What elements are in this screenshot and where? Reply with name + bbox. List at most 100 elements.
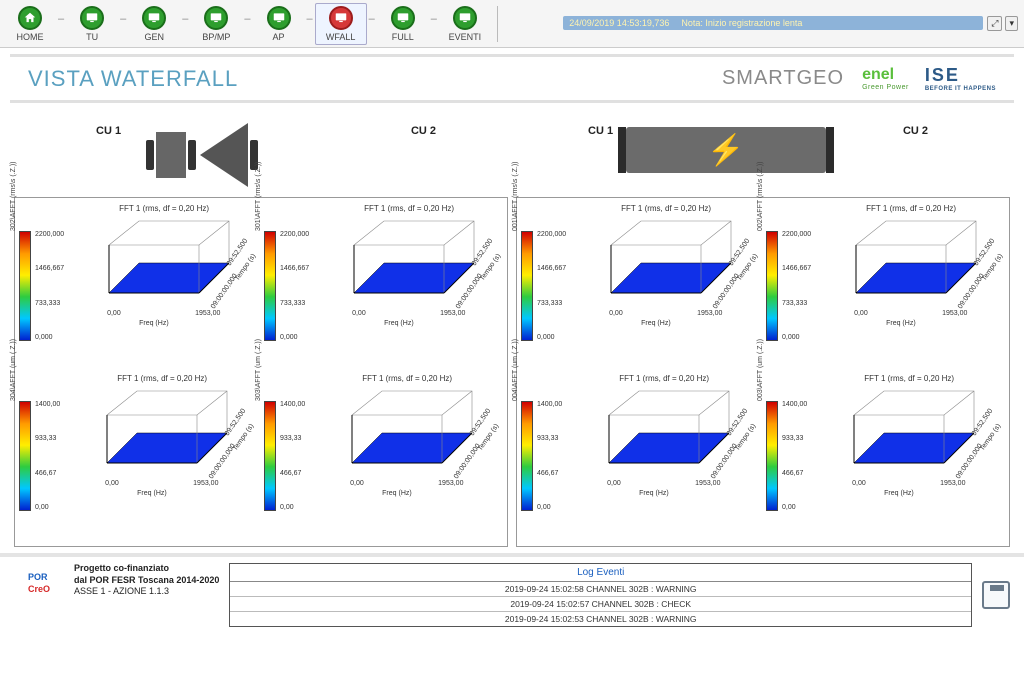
toolbar-item-label: WFALL	[326, 32, 356, 42]
aux-controls: ⤢ ▾	[987, 16, 1018, 31]
enel-logo-sub: Green Power	[862, 84, 909, 91]
waterfall-chart[interactable]: 302\AFFT (rms\s (.Z.))2200,0001466,66773…	[17, 202, 260, 370]
chart-body: FFT 1 (rms, df = 0,20 Hz)0,001953,00Freq…	[817, 204, 1005, 368]
z-axis-label: 303\AFFT (um (.Z.))	[255, 339, 262, 401]
z-ticks: 2200,0001466,667733,3330,000	[537, 231, 566, 341]
shaft-end-icon	[146, 140, 154, 170]
toolbar-items: HOME–TU–GEN–BP/MP–AP–WFALL–FULL–EVENTI	[0, 1, 495, 47]
enel-logo: enel Green Power	[862, 66, 909, 91]
x-tick: 0,00	[352, 310, 366, 317]
x-axis-label: Freq (Hz)	[139, 320, 169, 327]
turbine-cu1-label: CU 1	[96, 125, 121, 137]
x-axis-label: Freq (Hz)	[384, 320, 414, 327]
x-tick: 1953,00	[697, 310, 722, 317]
por-logo-top: POR	[28, 572, 48, 582]
toolbar-item-label: FULL	[392, 32, 414, 42]
waterfall-chart[interactable]: 301\AFFT (rms\s (.Z.)) 2200,0001466,66773…	[262, 202, 505, 370]
z-axis-label: 301\AFFT (rms\s (.Z.))	[255, 162, 262, 231]
log-row: 2019-09-24 15:02:53 CHANNEL 302B : WARNI…	[230, 612, 971, 626]
x-tick: 1953,00	[940, 480, 965, 487]
toolbar-item-ap[interactable]: AP	[253, 3, 305, 45]
x-axis-label: Freq (Hz)	[641, 320, 671, 327]
ise-logo-sub: BEFORE IT HAPPENS	[925, 86, 996, 92]
enel-logo-text: enel	[862, 66, 894, 83]
x-tick: 1953,00	[695, 480, 720, 487]
chart-body: FFT 1 (rms, df = 0,20 Hz) 0,001953,00Freq…	[315, 204, 503, 368]
toolbar-dash: –	[58, 13, 64, 25]
colorbar-icon: 301\AFFT (rms\s (.Z.))	[264, 231, 276, 341]
turbine-cu2-label: CU 2	[411, 125, 436, 137]
x-tick: 0,00	[105, 480, 119, 487]
z-axis-label: 001\AFFT (rms\s (.Z.))	[512, 162, 519, 231]
x-axis-label: Freq (Hz)	[382, 490, 412, 497]
waterfall-chart[interactable]: 003\AFFT (um (.Z.))1400,00933,33466,670,…	[764, 372, 1007, 540]
turbine-shape	[146, 123, 258, 187]
chart-title: FFT 1 (rms, df = 0,20 Hz)	[364, 204, 454, 213]
x-tick: 0,00	[854, 310, 868, 317]
toolbar-item-home[interactable]: HOME	[4, 3, 56, 45]
gen-body-icon: ⚡	[626, 127, 826, 173]
dropdown-icon[interactable]: ▾	[1005, 16, 1018, 31]
expand-icon[interactable]: ⤢	[987, 16, 1002, 31]
log-rows: 2019-09-24 15:02:58 CHANNEL 302B : WARNI…	[230, 582, 971, 626]
x-tick: 0,00	[350, 480, 364, 487]
toolbar-item-label: GEN	[144, 32, 164, 42]
toolbar-item-tu[interactable]: TU	[66, 3, 118, 45]
z-ticks: 2200,0001466,667733,3330,000	[280, 231, 309, 341]
z-ticks: 1400,00933,33466,670,00	[537, 401, 562, 511]
x-tick: 1953,00	[438, 480, 463, 487]
project-text: Progetto co-finanziato dal POR FESR Tosc…	[74, 563, 219, 598]
toolbar-right: 24/09/2019 14:53:19,736 Nota: Inizio reg…	[563, 16, 1024, 31]
waterfall-chart[interactable]: 004\AFFT (um (.Z.))1400,00933,33466,670,…	[519, 372, 762, 540]
z-axis-label: 002\AFFT (rms\s (.Z.))	[757, 162, 764, 231]
lightning-bolt-icon: ⚡	[707, 133, 744, 168]
generator-cu2-label: CU 2	[903, 125, 928, 137]
z-ticks: 1400,00933,33466,670,00	[782, 401, 807, 511]
toolbar-item-eventi[interactable]: EVENTI	[439, 3, 491, 45]
toolbar-item-label: TU	[86, 32, 98, 42]
toolbar-item-label: EVENTI	[449, 32, 482, 42]
monitor-icon	[80, 6, 104, 30]
waterfall-3d-plot: 0,001953,00Freq (Hz)09:00:00,00009:52,50…	[334, 215, 484, 315]
waterfall-chart[interactable]: 304\AFFT (um (.Z.))1400,00933,33466,670,…	[17, 372, 260, 540]
z-axis-label: 304\AFFT (um (.Z.))	[10, 339, 17, 401]
colorbar-icon: 303\AFFT (um (.Z.))	[264, 401, 276, 511]
colorbar-icon: 304\AFFT (um (.Z.))	[19, 401, 31, 511]
waterfall-chart[interactable]: 002\AFFT (rms\s (.Z.)) 2200,0001466,66773…	[764, 202, 1007, 370]
waterfall-3d-plot: 0,001953,00Freq (Hz)09:00:00,00009:52,50…	[834, 385, 984, 485]
header-band: VISTA WATERFALL SMARTGEO enel Green Powe…	[10, 54, 1014, 103]
toolbar-dash: –	[120, 13, 126, 25]
home-icon	[18, 6, 42, 30]
por-logo-bottom: CreO	[28, 584, 50, 594]
colorbar-icon: 001\AFFT (rms\s (.Z.))	[521, 231, 533, 341]
waterfall-3d-plot: 0,001953,00Freq (Hz)09:00:00,00009:52,50…	[591, 215, 741, 315]
x-tick: 0,00	[107, 310, 121, 317]
page-title: VISTA WATERFALL	[28, 66, 238, 92]
waterfall-chart[interactable]: 001\AFFT (rms\s (.Z.)) 2200,0001466,66773…	[519, 202, 762, 370]
toolbar-item-full[interactable]: FULL	[377, 3, 429, 45]
z-ticks: 2200,0001466,667733,3330,000	[35, 231, 64, 341]
toolbar: HOME–TU–GEN–BP/MP–AP–WFALL–FULL–EVENTI 2…	[0, 0, 1024, 48]
chart-panels: 302\AFFT (rms\s (.Z.))2200,0001466,66773…	[0, 195, 1024, 549]
waterfall-chart[interactable]: 303\AFFT (um (.Z.))1400,00933,33466,670,…	[262, 372, 505, 540]
toolbar-item-wfall[interactable]: WFALL	[315, 3, 367, 45]
x-axis-label: Freq (Hz)	[137, 490, 167, 497]
save-disk-icon[interactable]	[982, 581, 1010, 609]
colorbar-icon: 002\AFFT (rms\s (.Z.))	[766, 231, 778, 341]
status-bar: 24/09/2019 14:53:19,736 Nota: Inizio reg…	[563, 16, 983, 30]
chart-title: FFT 1 (rms, df = 0,20 Hz)	[866, 204, 956, 213]
x-tick: 1953,00	[942, 310, 967, 317]
por-creo-logo: POR CreO	[14, 563, 64, 603]
ise-logo: ISE BEFORE IT HAPPENS	[925, 65, 996, 92]
toolbar-item-gen[interactable]: GEN	[128, 3, 180, 45]
z-axis-label: 003\AFFT (um (.Z.))	[757, 339, 764, 401]
z-axis-label: 302\AFFT (rms\s (.Z.))	[10, 162, 17, 231]
toolbar-dash: –	[369, 13, 375, 25]
log-title: Log Eventi	[230, 564, 971, 582]
monitor-icon	[391, 6, 415, 30]
shaft-end-icon	[188, 140, 196, 170]
turbine-diagram: CU 1 CU 2	[56, 113, 476, 193]
chart-body: FFT 1 (rms, df = 0,20 Hz)0,001953,00Freq…	[572, 204, 760, 368]
z-ticks: 2200,0001466,667733,3330,000	[782, 231, 811, 341]
toolbar-item-bp-mp[interactable]: BP/MP	[190, 3, 242, 45]
